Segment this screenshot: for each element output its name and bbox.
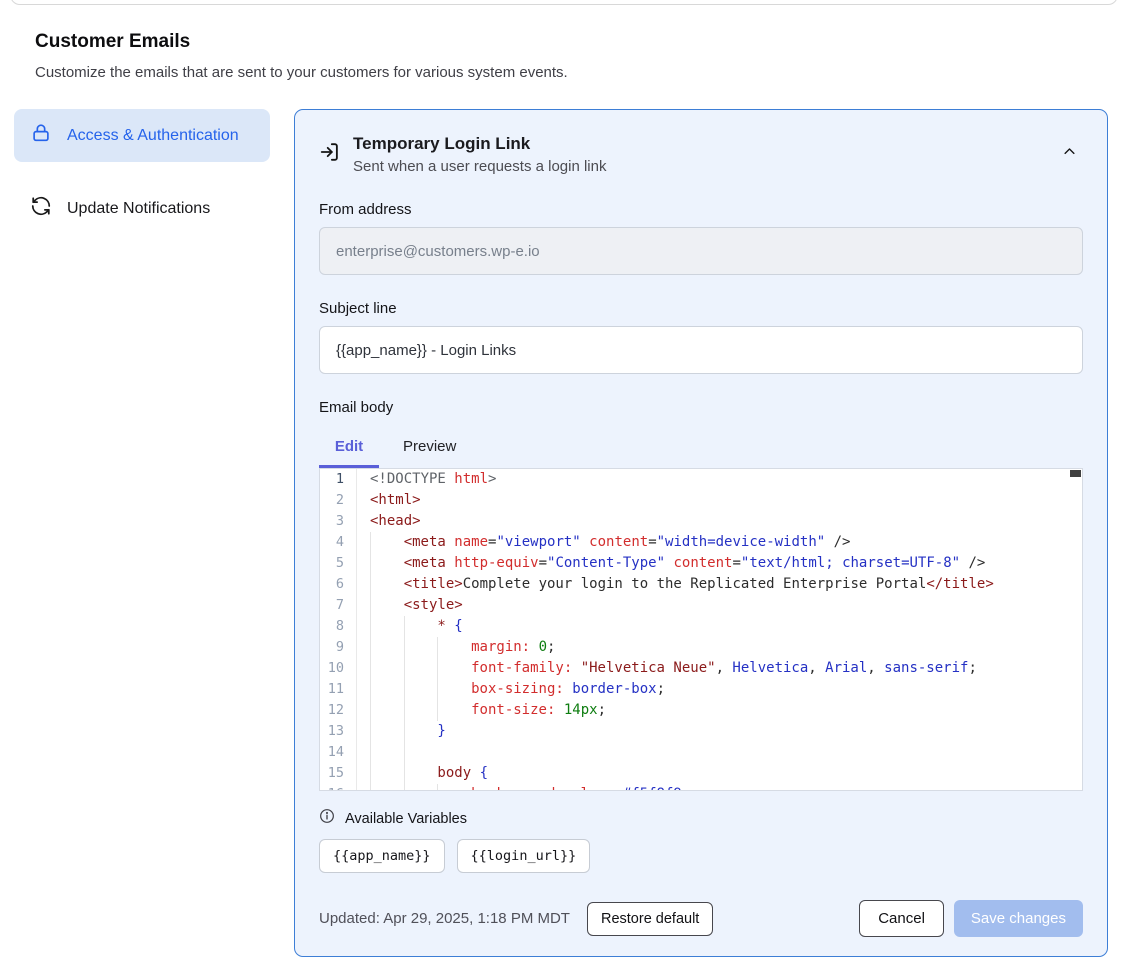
line-number: 4 bbox=[320, 532, 357, 553]
variable-chip-login-url[interactable]: {{login_url}} bbox=[457, 839, 591, 873]
variable-chips: {{app_name}} {{login_url}} bbox=[319, 839, 1083, 873]
code-line: 14 bbox=[320, 742, 1082, 763]
code-line: 3<head> bbox=[320, 511, 1082, 532]
code-line: 15body { bbox=[320, 763, 1082, 784]
panel-header: Temporary Login Link Sent when a user re… bbox=[319, 134, 1083, 175]
code-line: 5<meta http-equiv="Content-Type" content… bbox=[320, 553, 1082, 574]
line-number: 7 bbox=[320, 595, 357, 616]
subject-line-label: Subject line bbox=[319, 300, 1083, 317]
panel-header-text: Temporary Login Link Sent when a user re… bbox=[353, 134, 606, 175]
code-line: 6<title>Complete your login to the Repli… bbox=[320, 574, 1082, 595]
updated-timestamp: Updated: Apr 29, 2025, 1:18 PM MDT bbox=[319, 910, 570, 927]
line-number: 1 bbox=[320, 469, 357, 490]
line-number: 15 bbox=[320, 763, 357, 784]
temporary-login-link-panel: Temporary Login Link Sent when a user re… bbox=[294, 109, 1108, 957]
code-line: 9margin: 0; bbox=[320, 637, 1082, 658]
sidebar: Access & Authentication Update Notificat… bbox=[14, 109, 270, 235]
sidebar-item-access-authentication[interactable]: Access & Authentication bbox=[14, 109, 270, 162]
variable-chip-app-name[interactable]: {{app_name}} bbox=[319, 839, 445, 873]
page-title: Customer Emails bbox=[35, 31, 1128, 53]
line-number: 11 bbox=[320, 679, 357, 700]
code-editor[interactable]: 1<!DOCTYPE html>2<html>3<head>4<meta nam… bbox=[319, 468, 1083, 791]
collapse-button[interactable] bbox=[1056, 138, 1083, 168]
code-line: 2<html> bbox=[320, 490, 1082, 511]
available-variables-row: Available Variables bbox=[319, 808, 1083, 829]
save-changes-button[interactable]: Save changes bbox=[954, 900, 1083, 937]
line-number: 12 bbox=[320, 700, 357, 721]
line-number: 10 bbox=[320, 658, 357, 679]
code-line: 16background-color: #f5f8f9; bbox=[320, 784, 1082, 791]
line-number: 5 bbox=[320, 553, 357, 574]
line-number: 14 bbox=[320, 742, 357, 763]
lock-icon bbox=[30, 122, 52, 149]
panel-footer: Updated: Apr 29, 2025, 1:18 PM MDT Resto… bbox=[319, 900, 1083, 937]
chevron-up-icon bbox=[1062, 147, 1077, 162]
code-line: 12font-size: 14px; bbox=[320, 700, 1082, 721]
page-subtitle: Customize the emails that are sent to yo… bbox=[35, 64, 1128, 81]
previous-card-bottom-edge bbox=[10, 0, 1118, 5]
code-line: 4<meta name="viewport" content="width=de… bbox=[320, 532, 1082, 553]
content-row: Access & Authentication Update Notificat… bbox=[14, 109, 1108, 957]
sidebar-item-label: Update Notifications bbox=[67, 197, 210, 221]
panel-subtitle: Sent when a user requests a login link bbox=[353, 158, 606, 175]
line-number: 8 bbox=[320, 616, 357, 637]
line-number: 9 bbox=[320, 637, 357, 658]
info-icon bbox=[319, 808, 335, 829]
code-line: 11box-sizing: border-box; bbox=[320, 679, 1082, 700]
line-number: 6 bbox=[320, 574, 357, 595]
line-number: 2 bbox=[320, 490, 357, 511]
tab-edit[interactable]: Edit bbox=[319, 430, 379, 468]
cancel-button[interactable]: Cancel bbox=[859, 900, 944, 937]
sidebar-item-label: Access & Authentication bbox=[67, 124, 239, 148]
editor-scrollbar-thumb[interactable] bbox=[1070, 470, 1081, 477]
line-number: 3 bbox=[320, 511, 357, 532]
code-line: 8* { bbox=[320, 616, 1082, 637]
email-body-label: Email body bbox=[319, 399, 1083, 416]
code-lines: 1<!DOCTYPE html>2<html>3<head>4<meta nam… bbox=[320, 469, 1082, 791]
code-line: 10font-family: "Helvetica Neue", Helveti… bbox=[320, 658, 1082, 679]
subject-line-input[interactable] bbox=[319, 326, 1083, 374]
sidebar-item-update-notifications[interactable]: Update Notifications bbox=[14, 182, 270, 235]
footer-actions: Cancel Save changes bbox=[859, 900, 1083, 937]
code-line: 1<!DOCTYPE html> bbox=[320, 469, 1082, 490]
available-variables-label: Available Variables bbox=[345, 811, 467, 827]
line-number: 13 bbox=[320, 721, 357, 742]
restore-default-button[interactable]: Restore default bbox=[587, 902, 713, 936]
code-line: 13} bbox=[320, 721, 1082, 742]
from-address-input[interactable] bbox=[319, 227, 1083, 275]
from-address-label: From address bbox=[319, 201, 1083, 218]
panel-title: Temporary Login Link bbox=[353, 134, 606, 154]
line-number: 16 bbox=[320, 784, 357, 791]
login-icon bbox=[319, 141, 341, 168]
refresh-icon bbox=[30, 195, 52, 222]
email-body-tabs: Edit Preview bbox=[319, 430, 1083, 468]
code-line: 7<style> bbox=[320, 595, 1082, 616]
tab-preview[interactable]: Preview bbox=[403, 430, 456, 468]
